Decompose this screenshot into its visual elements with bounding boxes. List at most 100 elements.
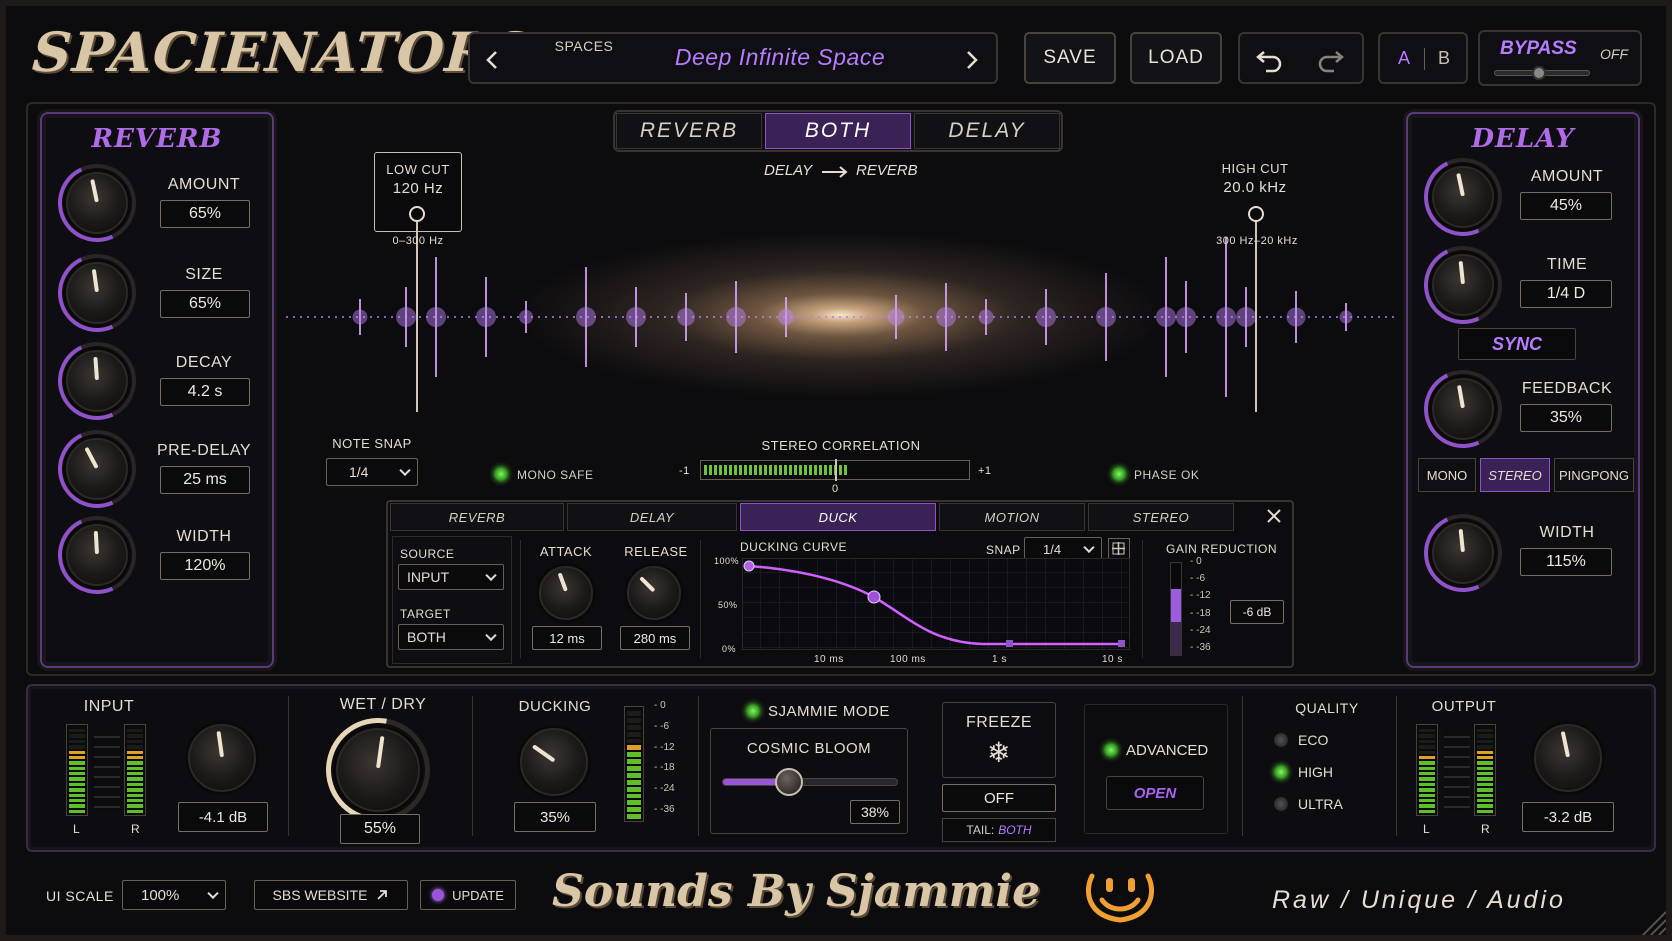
- advanced-led[interactable]: [1104, 743, 1118, 757]
- attack-value[interactable]: 12 ms: [532, 626, 602, 650]
- reverb-decay-value[interactable]: 4.2 s: [160, 378, 250, 406]
- note-snap-select[interactable]: 1/4: [326, 458, 418, 486]
- curve-point-knee[interactable]: [1006, 640, 1013, 647]
- delay-amount-value[interactable]: 45%: [1520, 192, 1612, 220]
- preset-category[interactable]: SPACES: [534, 38, 634, 54]
- target-select[interactable]: BOTH: [398, 624, 504, 650]
- reverb-size-knob[interactable]: [66, 262, 128, 324]
- cosmic-bloom-track[interactable]: [722, 778, 898, 786]
- release-value[interactable]: 280 ms: [620, 626, 690, 650]
- tab-both-mode[interactable]: BOTH: [765, 113, 911, 149]
- preset-name[interactable]: Deep Infinite Space: [620, 44, 940, 71]
- meter-segment: [627, 766, 641, 771]
- attack-knob[interactable]: [539, 566, 593, 620]
- tab-reverb-mode[interactable]: REVERB: [616, 113, 762, 149]
- meter-segment: [1477, 793, 1493, 797]
- output-gain-knob[interactable]: [1534, 724, 1602, 792]
- resize-grip-icon[interactable]: [1636, 906, 1670, 940]
- delay-feedback-value[interactable]: 35%: [1520, 404, 1612, 432]
- reverb-decay-knob[interactable]: [66, 350, 128, 412]
- lowcut-handle[interactable]: [409, 206, 425, 222]
- undo-button[interactable]: [1254, 44, 1286, 74]
- sjammie-mode-label[interactable]: SJAMMIE MODE: [768, 703, 890, 720]
- prev-preset-button[interactable]: [480, 47, 506, 73]
- ducking-value[interactable]: 35%: [514, 802, 596, 832]
- cosmic-bloom-value[interactable]: 38%: [850, 800, 900, 824]
- output-gain-value[interactable]: -3.2 dB: [1522, 802, 1614, 832]
- next-preset-button[interactable]: [958, 47, 984, 73]
- highcut-handle[interactable]: [1248, 206, 1264, 222]
- sjammie-mode-led[interactable]: [746, 704, 760, 718]
- reverb-predelay-value[interactable]: 25 ms: [160, 466, 250, 494]
- curve-point-end[interactable]: [1118, 640, 1125, 647]
- wet-dry-value[interactable]: 55%: [340, 814, 420, 844]
- redo-button[interactable]: [1314, 44, 1346, 74]
- cosmic-bloom-thumb[interactable]: [774, 768, 803, 796]
- subtab-stereo[interactable]: STEREO: [1088, 503, 1234, 531]
- wet-dry-knob[interactable]: [336, 728, 420, 812]
- ducking-knob[interactable]: [520, 728, 588, 796]
- delay-mode-pingpong[interactable]: PINGPONG: [1554, 458, 1634, 492]
- input-gain-value[interactable]: -4.1 dB: [178, 802, 268, 832]
- reverb-width-value[interactable]: 120%: [160, 552, 250, 580]
- save-button[interactable]: SAVE: [1024, 32, 1116, 84]
- delay-sync-button[interactable]: SYNC: [1458, 328, 1576, 360]
- tab-delay-mode[interactable]: DELAY: [914, 113, 1060, 149]
- subtab-reverb[interactable]: REVERB: [390, 503, 564, 531]
- delay-amount-knob[interactable]: [1432, 166, 1494, 228]
- meter-segment: [1419, 772, 1435, 776]
- delay-feedback-knob[interactable]: [1432, 378, 1494, 440]
- grid-toggle-button[interactable]: [1108, 538, 1130, 560]
- curve-point-start[interactable]: [743, 560, 755, 572]
- reverb-size-value[interactable]: 65%: [160, 290, 250, 318]
- delay-mode-mono[interactable]: MONO: [1418, 458, 1476, 492]
- meter-segment: [69, 793, 85, 797]
- subtab-duck[interactable]: DUCK: [740, 503, 936, 531]
- b-button[interactable]: B: [1434, 48, 1454, 69]
- ui-scale-select[interactable]: 100%: [122, 880, 226, 910]
- ducking-curve-graph[interactable]: [742, 558, 1130, 650]
- reverb-predelay-knob[interactable]: [66, 438, 128, 500]
- curve-point-mid[interactable]: [867, 590, 881, 604]
- subtab-motion[interactable]: MOTION: [939, 503, 1085, 531]
- reverb-title: REVERB: [91, 124, 223, 154]
- delay-width-value[interactable]: 115%: [1520, 548, 1612, 576]
- freeze-state[interactable]: OFF: [942, 784, 1056, 812]
- meter-segment: [127, 809, 143, 813]
- update-button[interactable]: UPDATE: [420, 880, 516, 910]
- quality-eco-radio[interactable]: [1274, 733, 1288, 747]
- quality-high-label[interactable]: HIGH: [1298, 764, 1333, 780]
- close-subpanel-button[interactable]: [1262, 504, 1286, 528]
- subtab-delay[interactable]: DELAY: [567, 503, 737, 531]
- input-gain-knob[interactable]: [188, 724, 256, 792]
- curve-y-50: 50%: [718, 600, 738, 610]
- ducking-curve-label: DUCKING CURVE: [740, 540, 847, 554]
- reverb-width-knob[interactable]: [66, 524, 128, 586]
- delay-time-knob[interactable]: [1432, 254, 1494, 316]
- quality-eco-label[interactable]: ECO: [1298, 732, 1328, 748]
- tail-select[interactable]: TAIL: BOTH: [942, 818, 1056, 842]
- delay-time-value[interactable]: 1/4 D: [1520, 280, 1612, 308]
- quality-ultra-label[interactable]: ULTRA: [1298, 796, 1343, 812]
- delay-mode-stereo[interactable]: STEREO: [1480, 458, 1550, 492]
- a-button[interactable]: A: [1394, 48, 1414, 69]
- advanced-open-button[interactable]: OPEN: [1106, 776, 1204, 810]
- load-button[interactable]: LOAD: [1130, 32, 1222, 84]
- source-select[interactable]: INPUT: [398, 564, 504, 590]
- release-knob[interactable]: [627, 566, 681, 620]
- source-value: INPUT: [407, 569, 449, 585]
- reverb-amount-value[interactable]: 65%: [160, 200, 250, 228]
- ab-divider: [1424, 48, 1425, 70]
- meter-segment: [1419, 793, 1435, 797]
- quality-ultra-radio[interactable]: [1274, 797, 1288, 811]
- phase-ok-label: PHASE OK: [1134, 468, 1200, 482]
- quality-high-radio[interactable]: [1274, 765, 1288, 779]
- advanced-label[interactable]: ADVANCED: [1126, 742, 1208, 759]
- reverb-amount-knob[interactable]: [66, 172, 128, 234]
- bypass-switch[interactable]: BYPASS OFF: [1478, 30, 1642, 86]
- chain-from: DELAY: [764, 162, 813, 179]
- bypass-slider-thumb[interactable]: [1532, 66, 1546, 80]
- website-button[interactable]: SBS WEBSITE: [254, 880, 408, 910]
- meter-segment: [1419, 739, 1435, 744]
- delay-width-knob[interactable]: [1432, 522, 1494, 584]
